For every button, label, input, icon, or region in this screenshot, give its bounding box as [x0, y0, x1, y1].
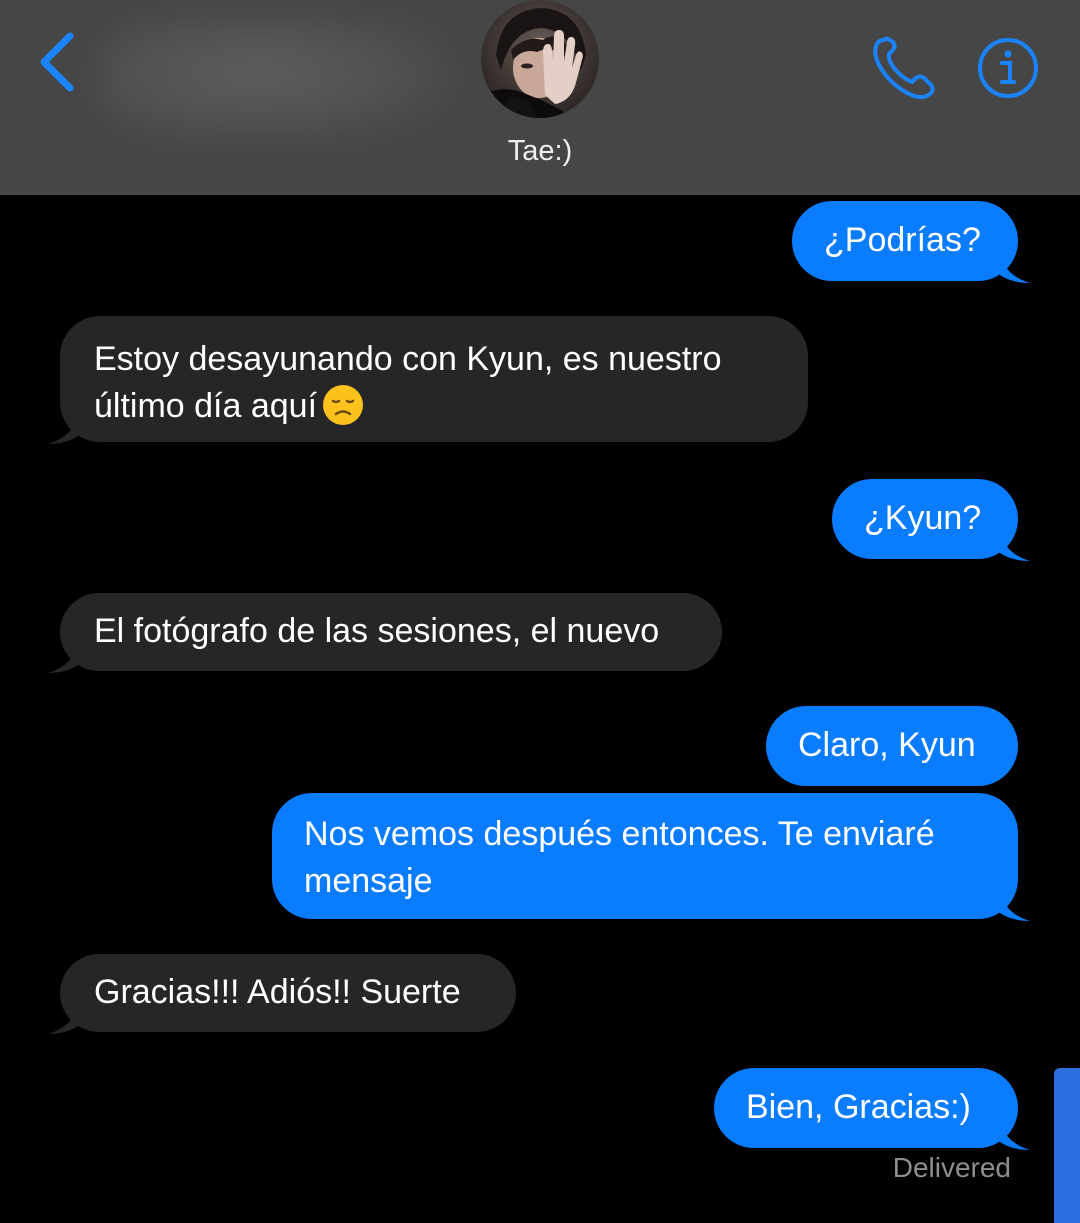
message-text: Estoy desayunando con Kyun, es nuestro ú… [94, 336, 808, 430]
disappointed-face-emoji [323, 385, 364, 425]
message-text: ¿Podrías? [824, 221, 981, 259]
contact-name[interactable]: Tae:) [440, 135, 640, 168]
message-bubble-outgoing[interactable]: ¿Podrías? [792, 201, 1030, 283]
message-text: Nos vemos después entonces. Te enviaré m… [304, 815, 935, 900]
bubble-tail [48, 414, 78, 444]
bubble-tail [1000, 1120, 1030, 1150]
message-bubble-incoming[interactable]: Gracias!!! Adiós!! Suerte [48, 954, 516, 1034]
call-button[interactable] [870, 34, 942, 100]
blurred-region [95, 15, 455, 145]
bubble-tail [1000, 531, 1030, 561]
info-button[interactable] [976, 36, 1040, 100]
message-text: Bien, Gracias:) [746, 1088, 971, 1126]
message-bubble-outgoing[interactable]: Bien, Gracias:) [714, 1068, 1030, 1150]
bubble-tail [1000, 891, 1030, 921]
bubble-tail [1000, 253, 1030, 283]
contact-avatar[interactable] [481, 0, 599, 118]
scrollbar[interactable] [1054, 1068, 1080, 1223]
chevron-left-icon [40, 32, 74, 92]
message-bubble-incoming[interactable]: Estoy desayunando con Kyun, es nuestro ú… [48, 316, 808, 444]
phone-icon [873, 36, 935, 100]
info-icon [978, 38, 1038, 98]
message-bubble-incoming[interactable]: El fotógrafo de las sesiones, el nuevo [48, 593, 722, 673]
bubble-tail [48, 1004, 78, 1034]
bubble-tail [48, 643, 78, 673]
message-text: El fotógrafo de las sesiones, el nuevo [94, 612, 660, 650]
message-text: Gracias!!! Adiós!! Suerte [94, 973, 461, 1011]
message-text: ¿Kyun? [864, 499, 982, 537]
back-button[interactable] [30, 28, 90, 98]
conversation-header: Tae:) [0, 0, 1080, 195]
message-bubble-outgoing[interactable]: ¿Kyun? [832, 479, 1030, 561]
message-text: Claro, Kyun [798, 726, 976, 764]
delivered-status: Delivered [892, 1152, 1011, 1183]
message-bubble-outgoing[interactable]: Claro, Kyun [766, 706, 1018, 786]
message-text-content: Estoy desayunando con Kyun, es nuestro ú… [94, 340, 722, 425]
message-bubble-outgoing[interactable]: Nos vemos después entonces. Te enviaré m… [272, 793, 1030, 921]
